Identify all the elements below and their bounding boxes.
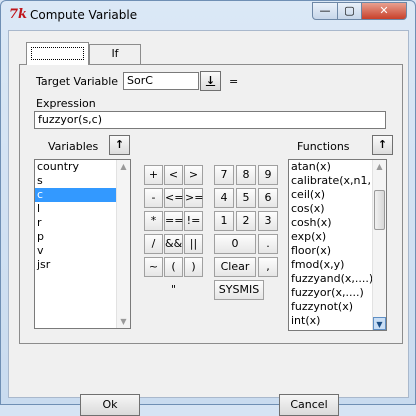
operator-button[interactable]: * [144,211,163,231]
ok-button[interactable]: Ok [80,394,140,416]
operator-button[interactable]: ~ [144,257,163,277]
operator-button[interactable]: && [164,234,183,254]
window-title: Compute Variable [30,8,138,22]
digit-button[interactable]: 7 [214,165,234,185]
expression-input[interactable]: fuzzyor(s,c) [34,111,386,129]
tab-compute[interactable] [26,42,89,65]
variables-scrollbar[interactable]: ▲ ▼ [116,160,130,328]
digit-button[interactable]: 6 [258,188,278,208]
dialog-body: If Target Variable SorC ↓ = Expression f… [8,30,409,416]
digit-button[interactable]: 5 [236,188,256,208]
operator-button[interactable]: || [184,234,203,254]
comma-button[interactable]: , [258,257,278,277]
minimize-button[interactable]: — [312,2,338,20]
cancel-button[interactable]: Cancel [279,394,339,416]
operator-button[interactable]: <= [164,188,183,208]
target-dropdown-button[interactable]: ↓ [200,71,221,91]
up-arrow-icon: ↑ [114,138,125,151]
title-bar[interactable]: 7k Compute Variable — ▢ ✕ [1,1,415,29]
insert-variable-button[interactable]: ↑ [109,135,130,155]
clear-button[interactable]: Clear [214,257,256,277]
functions-list[interactable]: atan(x) calibrate(x,n1,n2 ceil(x) cos(x) cos… [288,159,387,331]
compute-panel: Target Variable SorC ↓ = Expression fuzz… [19,64,403,344]
scroll-down-icon[interactable]: ▼ [117,315,130,328]
scroll-thumb[interactable] [374,190,385,230]
operator-button[interactable]: >= [184,188,203,208]
operator-button[interactable]: == [164,211,183,231]
tab-if[interactable]: If [89,44,141,64]
digit-button[interactable]: 8 [236,165,256,185]
digit-button[interactable]: 3 [258,211,278,231]
up-arrow-icon: ↑ [377,138,388,151]
down-arrow-icon: ↓ [205,74,216,87]
digit-button[interactable]: 2 [236,211,256,231]
scroll-up-icon[interactable]: ▲ [117,160,130,173]
operator-button[interactable]: / [144,234,163,254]
expression-label: Expression [36,97,96,110]
quote-button[interactable]: " [164,280,183,300]
digit-button[interactable]: 0 [214,234,256,254]
sysmis-button[interactable]: SYSMIS [214,280,264,300]
target-variable-input[interactable]: SorC [123,72,199,90]
digit-button[interactable]: 1 [214,211,234,231]
dialog-window: 7k Compute Variable — ▢ ✕ If Target Vari… [0,0,416,416]
functions-label: Functions [297,140,350,153]
operator-button[interactable]: ) [184,257,203,277]
operator-button[interactable]: + [144,165,163,185]
digit-button[interactable]: 4 [214,188,234,208]
operator-button[interactable]: ( [164,257,183,277]
operator-button[interactable]: - [144,188,163,208]
maximize-button[interactable]: ▢ [337,2,362,20]
operator-button[interactable]: > [184,165,203,185]
tab-compute-label [31,47,84,60]
scroll-up-icon[interactable]: ▲ [373,160,386,173]
variables-list[interactable]: country s c l r p v jsr ▲ ▼ [34,159,131,329]
close-button[interactable]: ✕ [361,2,407,20]
tk-feather-icon: 7k [9,7,28,22]
insert-function-button[interactable]: ↑ [372,135,393,155]
scroll-down-icon[interactable]: ▼ [373,317,386,330]
equals-sign: = [229,75,239,88]
operator-button[interactable]: != [184,211,203,231]
digit-button[interactable]: 9 [258,165,278,185]
variables-label: Variables [48,140,99,153]
operator-button[interactable]: < [164,165,183,185]
functions-scrollbar[interactable]: ▲ ▼ [372,160,386,330]
decimal-button[interactable]: . [258,234,278,254]
target-variable-label: Target Variable [36,75,119,88]
